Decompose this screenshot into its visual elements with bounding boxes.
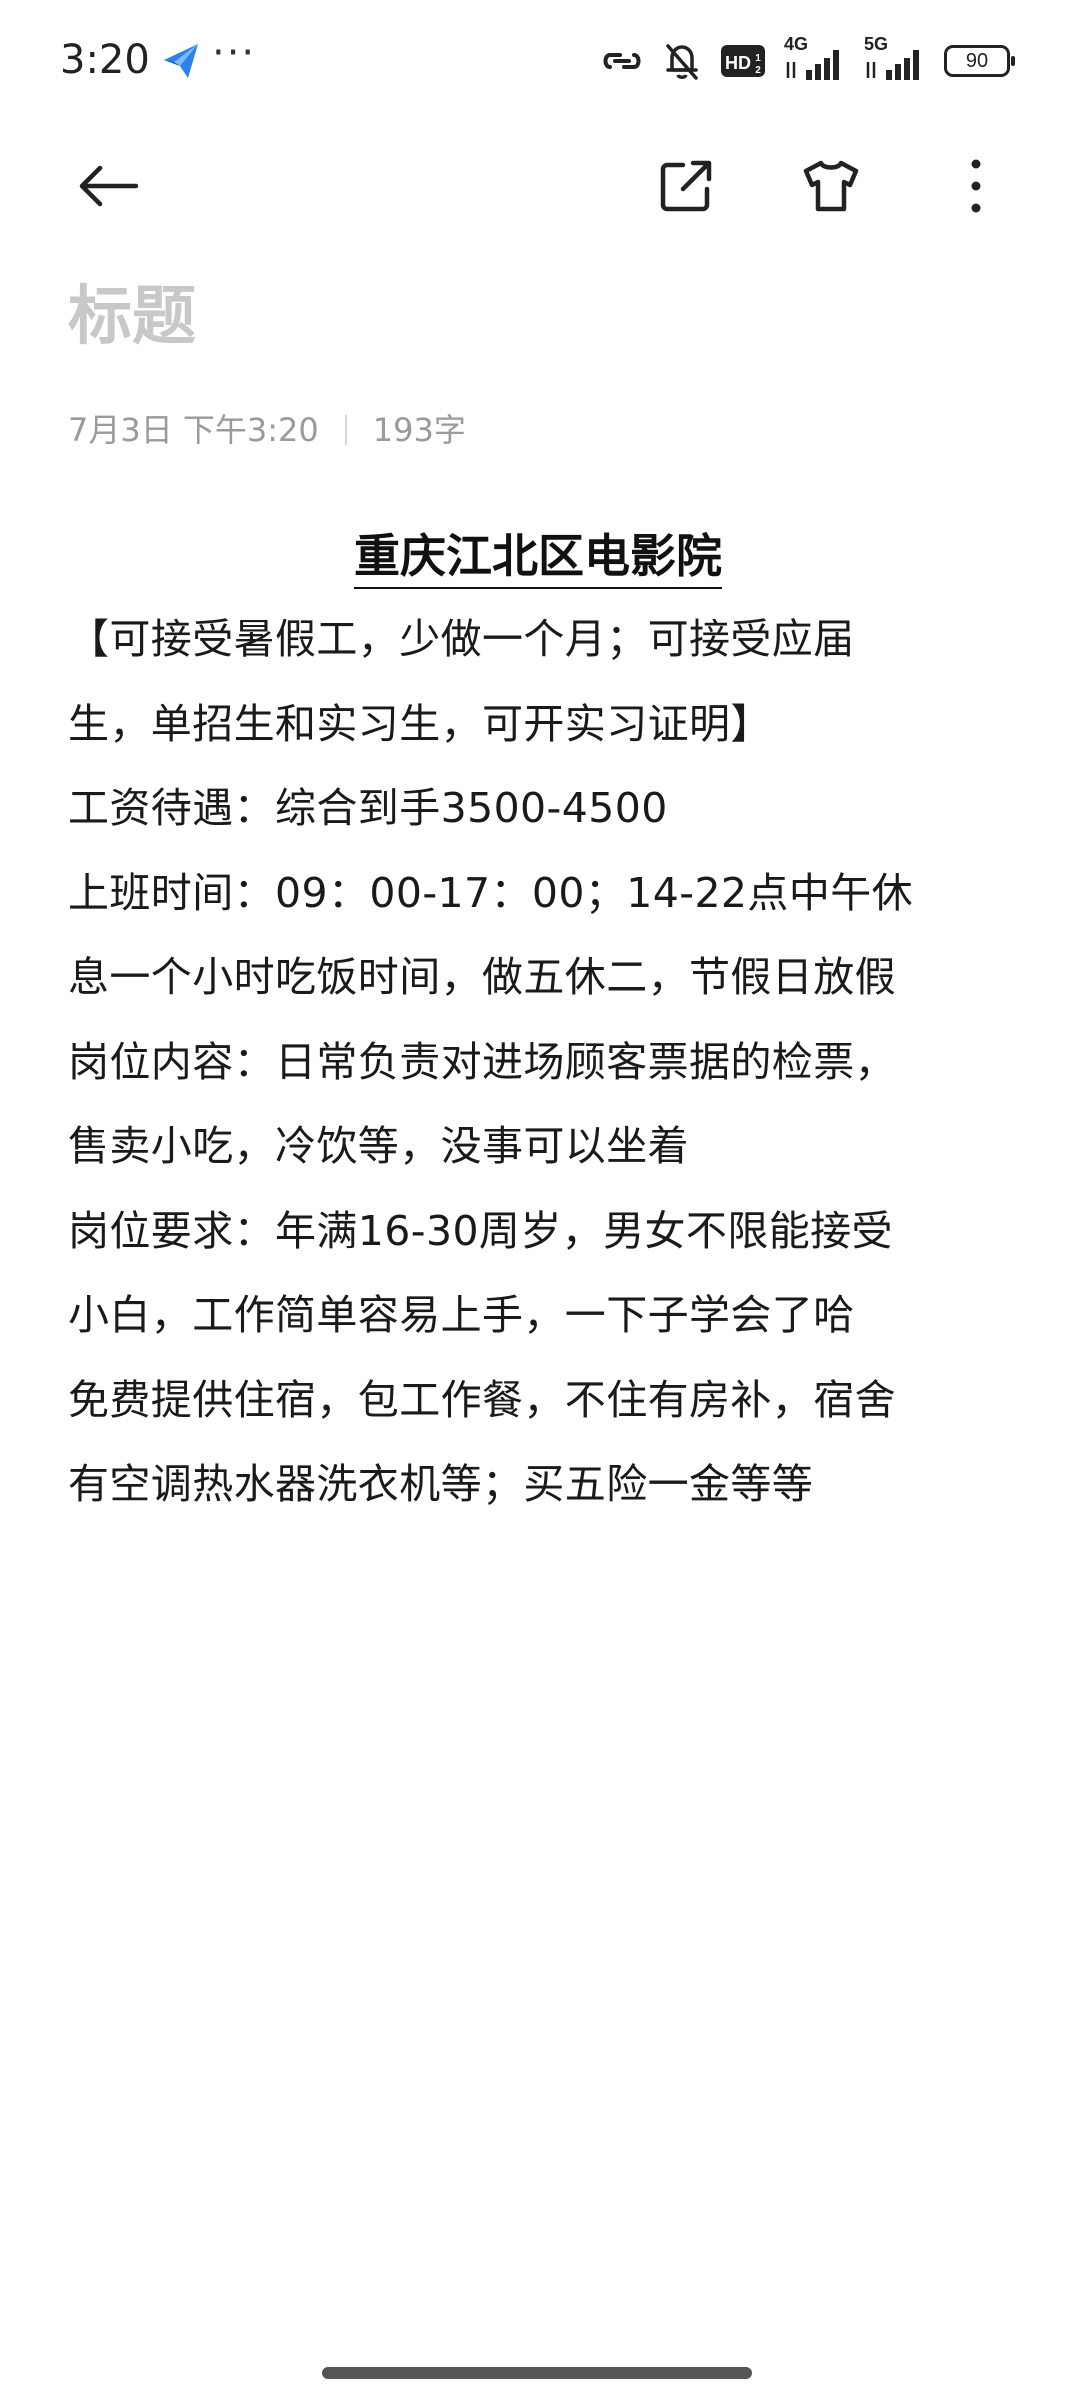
more-vertical-icon	[971, 159, 981, 213]
note-date: 7月3日 下午3:20	[68, 411, 319, 449]
link-icon	[603, 53, 641, 69]
signal-4g-icon: 4G	[784, 34, 846, 82]
home-indicator[interactable]	[322, 2367, 752, 2379]
arrow-left-icon	[79, 165, 139, 207]
note-title-input[interactable]: 标题	[68, 272, 196, 362]
note-line: 售卖小吃，冷饮等，没事可以坐着	[68, 1122, 689, 1170]
note-char-count: 193字	[372, 411, 466, 449]
net-5g-label: 5G	[864, 34, 889, 54]
note-meta: 7月3日 下午3:20 193字	[68, 405, 466, 455]
note-line: 上班时间：09：00-17：00；14-22点中午休	[68, 868, 914, 917]
signal-5g-icon: 5G	[864, 34, 926, 82]
back-button[interactable]	[72, 150, 144, 222]
note-line: 息一个小时吃饭时间，做五休二，节假日放假	[68, 953, 896, 1001]
status-right-group: HD 1 2 4G 5G 90	[600, 34, 1015, 86]
share-external-icon	[660, 160, 712, 212]
note-line: 岗位内容：日常负责对进场顾客票据的检票，	[68, 1037, 896, 1086]
note-line: 小白，工作简单容易上手，一下子学会了哈	[68, 1291, 855, 1339]
note-line: 生，单招生和实习生，可开实习证明】	[68, 699, 772, 748]
net-4g-label: 4G	[784, 34, 809, 54]
more-options-button[interactable]	[940, 150, 1012, 222]
meta-divider	[344, 415, 347, 445]
note-line: 有空调热水器洗衣机等；买五险一金等等	[68, 1460, 814, 1508]
action-bar	[0, 130, 1080, 240]
tshirt-icon	[803, 160, 859, 212]
hd-label: HD	[725, 53, 751, 73]
note-line: 免费提供住宿，包工作餐，不住有房补，宿舍	[68, 1375, 896, 1424]
svg-text:2: 2	[755, 65, 761, 76]
note-heading-text: 重庆江北区电影院	[354, 529, 722, 589]
battery-level: 90	[965, 49, 989, 72]
note-line: 岗位要求：年满16-30周岁，男女不限能接受	[68, 1206, 893, 1255]
battery-icon: 90	[944, 45, 1015, 77]
status-more-icon: ···	[212, 30, 257, 76]
status-bar: 3:20 ··· HD 1 2 4G 5G 90	[0, 0, 1080, 120]
status-time: 3:20	[60, 37, 150, 83]
share-button[interactable]	[650, 150, 722, 222]
svg-text:1: 1	[755, 53, 761, 64]
note-heading: 重庆江北区电影院	[68, 515, 1008, 597]
note-body-editor[interactable]: 重庆江北区电影院 【可接受暑假工，少做一个月；可接受应届 生，单招生和实习生，可…	[68, 515, 1008, 1527]
theme-button[interactable]	[795, 150, 867, 222]
hd-badge-icon: HD 1 2	[721, 45, 765, 77]
bell-muted-icon	[666, 44, 698, 80]
paper-plane-app-icon	[160, 40, 202, 82]
note-line: 工资待遇：综合到手3500-4500	[68, 784, 668, 832]
note-line: 【可接受暑假工，少做一个月；可接受应届	[68, 615, 855, 663]
